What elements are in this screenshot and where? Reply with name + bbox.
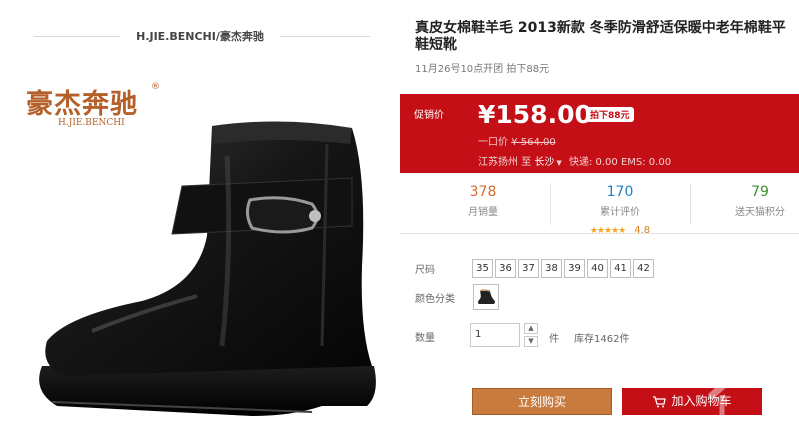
- promo-price-label: 促销价: [414, 110, 444, 121]
- size-option[interactable]: 42: [633, 259, 654, 278]
- cart-icon: [653, 395, 667, 407]
- ship-to-word: 至: [521, 157, 532, 168]
- size-option[interactable]: 40: [587, 259, 608, 278]
- size-option[interactable]: 38: [541, 259, 562, 278]
- size-option[interactable]: 35: [472, 259, 493, 278]
- boot-image[interactable]: [22, 116, 392, 436]
- price-box: 促销价 ¥158.00 拍下88元 一口价 ¥ 564.00 江苏扬州 至 长沙…: [400, 94, 799, 173]
- size-options: 35 36 37 38 39 40 41 42: [472, 256, 656, 278]
- product-title-line1: 真皮女棉鞋羊毛 2013新款 冬季防滑舒适保暖中老年棉鞋平: [415, 20, 786, 36]
- size-option[interactable]: 41: [610, 259, 631, 278]
- total-reviews-label[interactable]: 累计评价: [554, 203, 686, 218]
- monthly-sales-count: 378: [469, 184, 497, 200]
- original-price: 一口价 ¥ 564.00: [478, 133, 556, 148]
- monthly-sales: 378 月销量: [417, 184, 549, 218]
- total-reviews[interactable]: 170 累计评价 ★★★★★ 4.8: [554, 184, 686, 237]
- product-title: 真皮女棉鞋羊毛 2013新款 冬季防滑舒适保暖中老年棉鞋平 鞋短靴: [415, 20, 795, 54]
- ship-destination-select[interactable]: 长沙: [534, 157, 554, 168]
- quantity-decrease[interactable]: ▼: [524, 336, 538, 347]
- boot-thumbnail-icon: [478, 289, 495, 304]
- product-image-panel: H.JIE.BENCHI/豪杰奔驰 豪杰奔驰 H.JIE.BENCHI ®: [0, 0, 400, 445]
- original-price-value: ¥ 564.00: [511, 137, 556, 148]
- quantity-input[interactable]: 1: [470, 323, 520, 347]
- rating-stars-icon: ★★★★★: [589, 226, 626, 236]
- tmall-points-count: 79: [751, 184, 769, 200]
- ship-from: 江苏扬州: [478, 157, 518, 168]
- rating-value: 4.8: [634, 225, 651, 236]
- monthly-sales-label: 月销量: [468, 207, 498, 218]
- stats-divider: [550, 183, 551, 225]
- product-subtitle: 11月26号10点开团 拍下88元: [415, 64, 550, 75]
- quantity-label: 数量: [415, 333, 435, 344]
- tmall-points: 79 送天猫积分: [694, 184, 799, 218]
- promo-price: ¥158.00: [478, 100, 592, 129]
- stats-divider: [690, 183, 691, 225]
- original-price-label: 一口价: [478, 137, 508, 148]
- product-stats: 378 月销量 170 累计评价 ★★★★★ 4.8 79 送天猫积分: [400, 173, 799, 237]
- quantity-increase[interactable]: ▲: [524, 323, 538, 334]
- tmall-points-label: 送天猫积分: [735, 207, 785, 218]
- total-reviews-count[interactable]: 170: [554, 184, 686, 200]
- product-title-line2: 鞋短靴: [415, 37, 457, 53]
- size-option[interactable]: 39: [564, 259, 585, 278]
- color-label: 颜色分类: [415, 294, 455, 305]
- shipping-fee: 快递: 0.00 EMS: 0.00: [568, 157, 672, 168]
- brand-header: H.JIE.BENCHI/豪杰奔驰: [120, 28, 280, 46]
- color-swatch[interactable]: [473, 284, 499, 310]
- shipping-info: 江苏扬州 至 长沙 ▼ 快递: 0.00 EMS: 0.00: [478, 153, 671, 168]
- quantity-unit: 件: [549, 334, 559, 345]
- size-option[interactable]: 37: [518, 259, 539, 278]
- logo-registered-mark: ®: [151, 82, 160, 92]
- house-icon: [707, 360, 787, 430]
- stock-count: 库存1462件: [574, 334, 630, 345]
- product-info-panel: 真皮女棉鞋羊毛 2013新款 冬季防滑舒适保暖中老年棉鞋平 鞋短靴 11月26号…: [400, 0, 799, 445]
- price-drop-badge: 拍下88元: [586, 107, 634, 122]
- size-label: 尺码: [415, 265, 435, 276]
- chevron-down-icon[interactable]: ▼: [556, 159, 561, 167]
- size-option[interactable]: 36: [495, 259, 516, 278]
- buy-now-button[interactable]: 立刻购买: [472, 388, 612, 415]
